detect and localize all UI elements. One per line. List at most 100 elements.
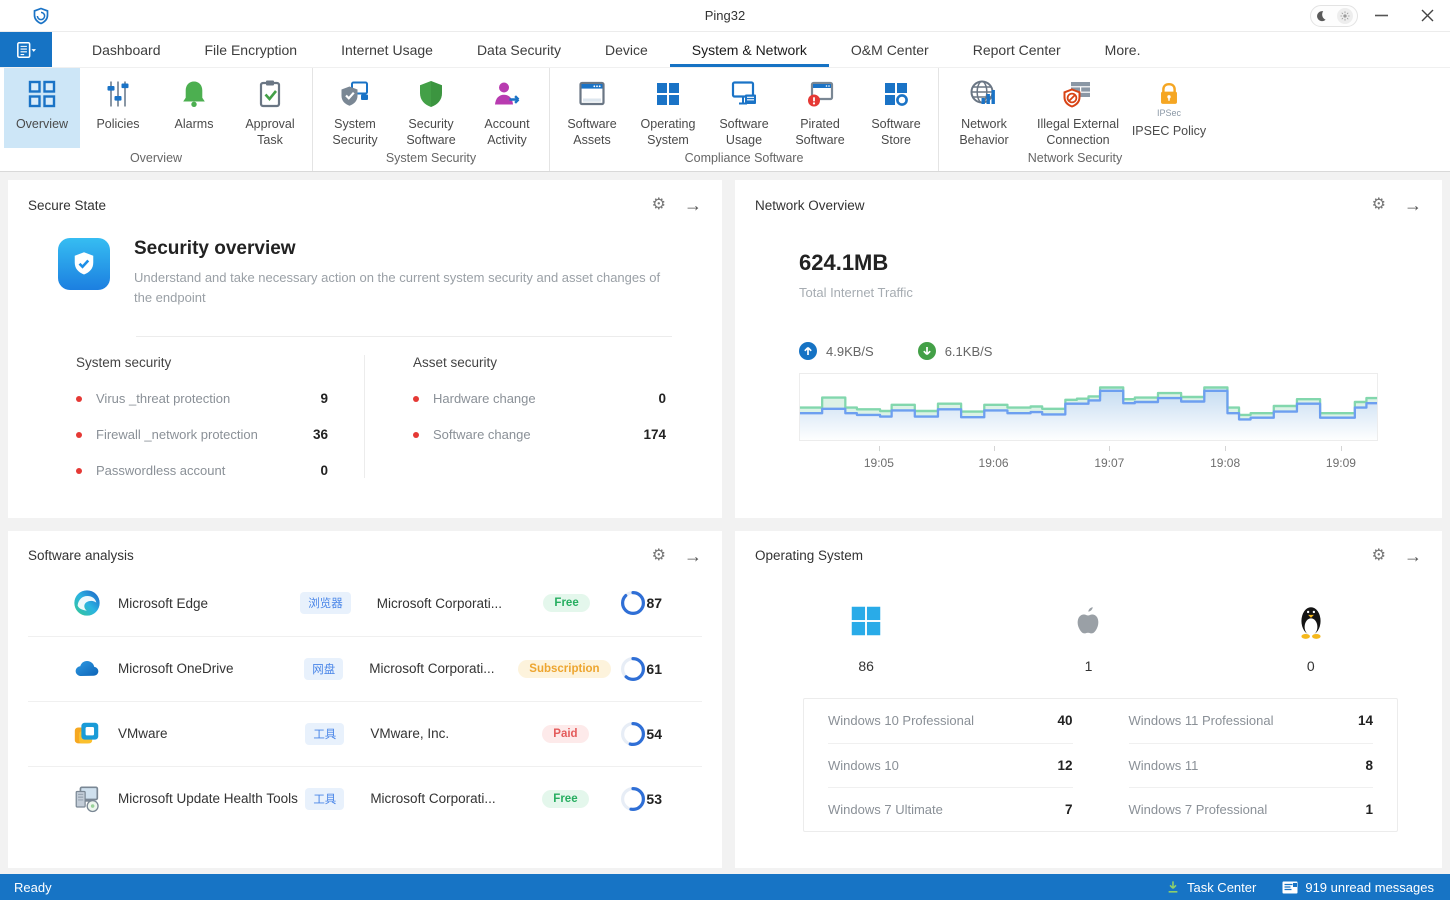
tick-mark	[1341, 446, 1342, 451]
system-security-column: System security Virus _threat protection…	[28, 355, 365, 478]
software-score: 61	[646, 661, 662, 677]
table-row: Windows 10 12	[828, 743, 1073, 787]
software-row-vmware[interactable]: VMware 工具 VMware, Inc. Paid 54	[28, 701, 702, 766]
table-row: Windows 7 Professional 1	[1129, 787, 1374, 831]
tick-mark	[1225, 446, 1226, 451]
onedrive-icon	[72, 654, 102, 684]
stat-value: 0	[658, 391, 666, 406]
software-row-onedrive[interactable]: Microsoft OneDrive 网盘 Microsoft Corporat…	[28, 636, 702, 701]
menu-tabs: Dashboard File Encryption Internet Usage…	[70, 32, 1162, 67]
ribbon-group-label: System Security	[313, 148, 549, 171]
ribbon-group-compliance-software: Software Assets Operating System Softwar…	[550, 68, 939, 171]
os-name: Windows 10	[828, 758, 899, 773]
asset-security-column: Asset security Hardware change 0 Softwar…	[365, 355, 702, 478]
software-name: VMware	[118, 726, 305, 741]
security-shield-icon	[58, 238, 110, 290]
arrow-right-icon[interactable]: →	[1404, 196, 1422, 214]
tab-report-center[interactable]: Report Center	[951, 32, 1083, 67]
tab-device[interactable]: Device	[583, 32, 670, 67]
arrow-right-icon[interactable]: →	[684, 196, 702, 214]
stat-row-software-change: Software change 174	[413, 427, 666, 442]
ribbon-group-label: Network Security	[939, 148, 1211, 171]
ribbon-item-account-activity[interactable]: Account Activity	[469, 68, 545, 148]
unread-messages-label: 919 unread messages	[1305, 880, 1434, 895]
ribbon-item-ipsec-policy[interactable]: IPSec IPSEC Policy	[1131, 68, 1207, 148]
os-breakdown-right-column: Windows 11 Professional 14 Windows 11 8 …	[1129, 699, 1374, 831]
ribbon-item-network-behavior[interactable]: Network Behavior	[943, 68, 1025, 148]
software-row-update-health-tools[interactable]: Microsoft Update Health Tools 工具 Microso…	[28, 766, 702, 831]
menu-bar: Dashboard File Encryption Internet Usage…	[0, 32, 1450, 68]
task-center-button[interactable]: Task Center	[1166, 880, 1256, 895]
score-ring	[620, 721, 646, 747]
ribbon-item-approval-task[interactable]: Approval Task	[232, 68, 308, 148]
arrow-right-icon[interactable]: →	[684, 547, 702, 565]
app-window-icon	[575, 77, 609, 111]
download-speed-value: 6.1KB/S	[945, 344, 993, 359]
tab-om-center[interactable]: O&M Center	[829, 32, 951, 67]
ribbon-item-software-usage[interactable]: Software Usage	[706, 68, 782, 148]
software-vendor: Microsoft Corporati...	[370, 791, 524, 806]
panel-title: Secure State	[28, 198, 106, 213]
tab-file-encryption[interactable]: File Encryption	[183, 32, 320, 67]
license-badge: Paid	[542, 725, 588, 743]
download-speed: 6.1KB/S	[918, 342, 993, 360]
stat-label: Software change	[433, 427, 531, 442]
tab-internet-usage[interactable]: Internet Usage	[319, 32, 455, 67]
software-row-edge[interactable]: Microsoft Edge 浏览器 Microsoft Corporati..…	[28, 571, 702, 636]
tick-mark	[994, 446, 995, 451]
gear-icon[interactable]: ⚙	[652, 197, 666, 213]
shield-device-icon	[338, 77, 372, 111]
gear-icon[interactable]: ⚙	[652, 548, 666, 564]
ribbon-item-policies[interactable]: Policies	[80, 68, 156, 148]
task-center-label: Task Center	[1187, 880, 1256, 895]
tab-system-network[interactable]: System & Network	[670, 32, 829, 67]
hero-description: Understand and take necessary action on …	[134, 268, 679, 308]
tab-more[interactable]: More.	[1083, 32, 1163, 67]
os-count: 0	[1307, 658, 1315, 674]
tab-dashboard[interactable]: Dashboard	[70, 32, 183, 67]
ribbon-item-label: Alarms	[175, 117, 214, 133]
stat-row-hardware-change: Hardware change 0	[413, 391, 666, 406]
ribbon-item-label: Security Software	[393, 117, 469, 148]
column-title: Asset security	[413, 355, 666, 370]
os-count: 86	[858, 658, 874, 674]
main-menu-button[interactable]	[0, 32, 52, 67]
minimize-button[interactable]	[1358, 1, 1404, 31]
moon-icon[interactable]	[1315, 10, 1327, 22]
os-name: Windows 10 Professional	[828, 713, 974, 728]
ribbon-item-illegal-external-connection[interactable]: Illegal External Connection	[1025, 68, 1131, 148]
os-count: 1	[1085, 658, 1093, 674]
ribbon-item-overview[interactable]: Overview	[4, 68, 80, 148]
tab-data-security[interactable]: Data Security	[455, 32, 583, 67]
ribbon-item-alarms[interactable]: Alarms	[156, 68, 232, 148]
ribbon-item-software-assets[interactable]: Software Assets	[554, 68, 630, 148]
ribbon-item-security-software[interactable]: Security Software	[393, 68, 469, 148]
ribbon-item-label: Software Usage	[706, 117, 782, 148]
gear-icon[interactable]: ⚙	[1372, 548, 1386, 564]
sun-icon[interactable]	[1337, 8, 1353, 24]
window-title: Ping32	[0, 8, 1450, 23]
x-tick-label: 19:09	[1326, 456, 1356, 470]
ribbon-item-system-security[interactable]: System Security	[317, 68, 393, 148]
ribbon-item-label: Pirated Software	[782, 117, 858, 148]
windows-grid-icon	[651, 77, 685, 111]
stat-row-passwordless: Passwordless account 0	[76, 463, 328, 478]
theme-toggle[interactable]	[1310, 5, 1358, 27]
arrow-right-icon[interactable]: →	[1404, 547, 1422, 565]
total-traffic-label: Total Internet Traffic	[799, 285, 1422, 300]
ribbon-item-operating-system[interactable]: Operating System	[630, 68, 706, 148]
license-badge: Free	[542, 790, 588, 808]
unread-messages-button[interactable]: 919 unread messages	[1282, 880, 1434, 895]
category-tag: 网盘	[304, 658, 343, 680]
red-dot-icon	[76, 468, 82, 474]
title-bar: Ping32	[0, 0, 1450, 32]
panel-software-analysis: Software analysis ⚙ → Microsoft Edge 浏览器…	[8, 531, 722, 869]
license-badge: Free	[543, 594, 589, 612]
table-row: Windows 10 Professional 40	[828, 699, 1073, 743]
ribbon-item-software-store[interactable]: Software Store	[858, 68, 934, 148]
software-name: Microsoft Update Health Tools	[118, 791, 305, 806]
gear-icon[interactable]: ⚙	[1372, 197, 1386, 213]
ribbon-item-label: Illegal External Connection	[1025, 117, 1131, 148]
close-button[interactable]	[1404, 1, 1450, 31]
ribbon-item-pirated-software[interactable]: Pirated Software	[782, 68, 858, 148]
